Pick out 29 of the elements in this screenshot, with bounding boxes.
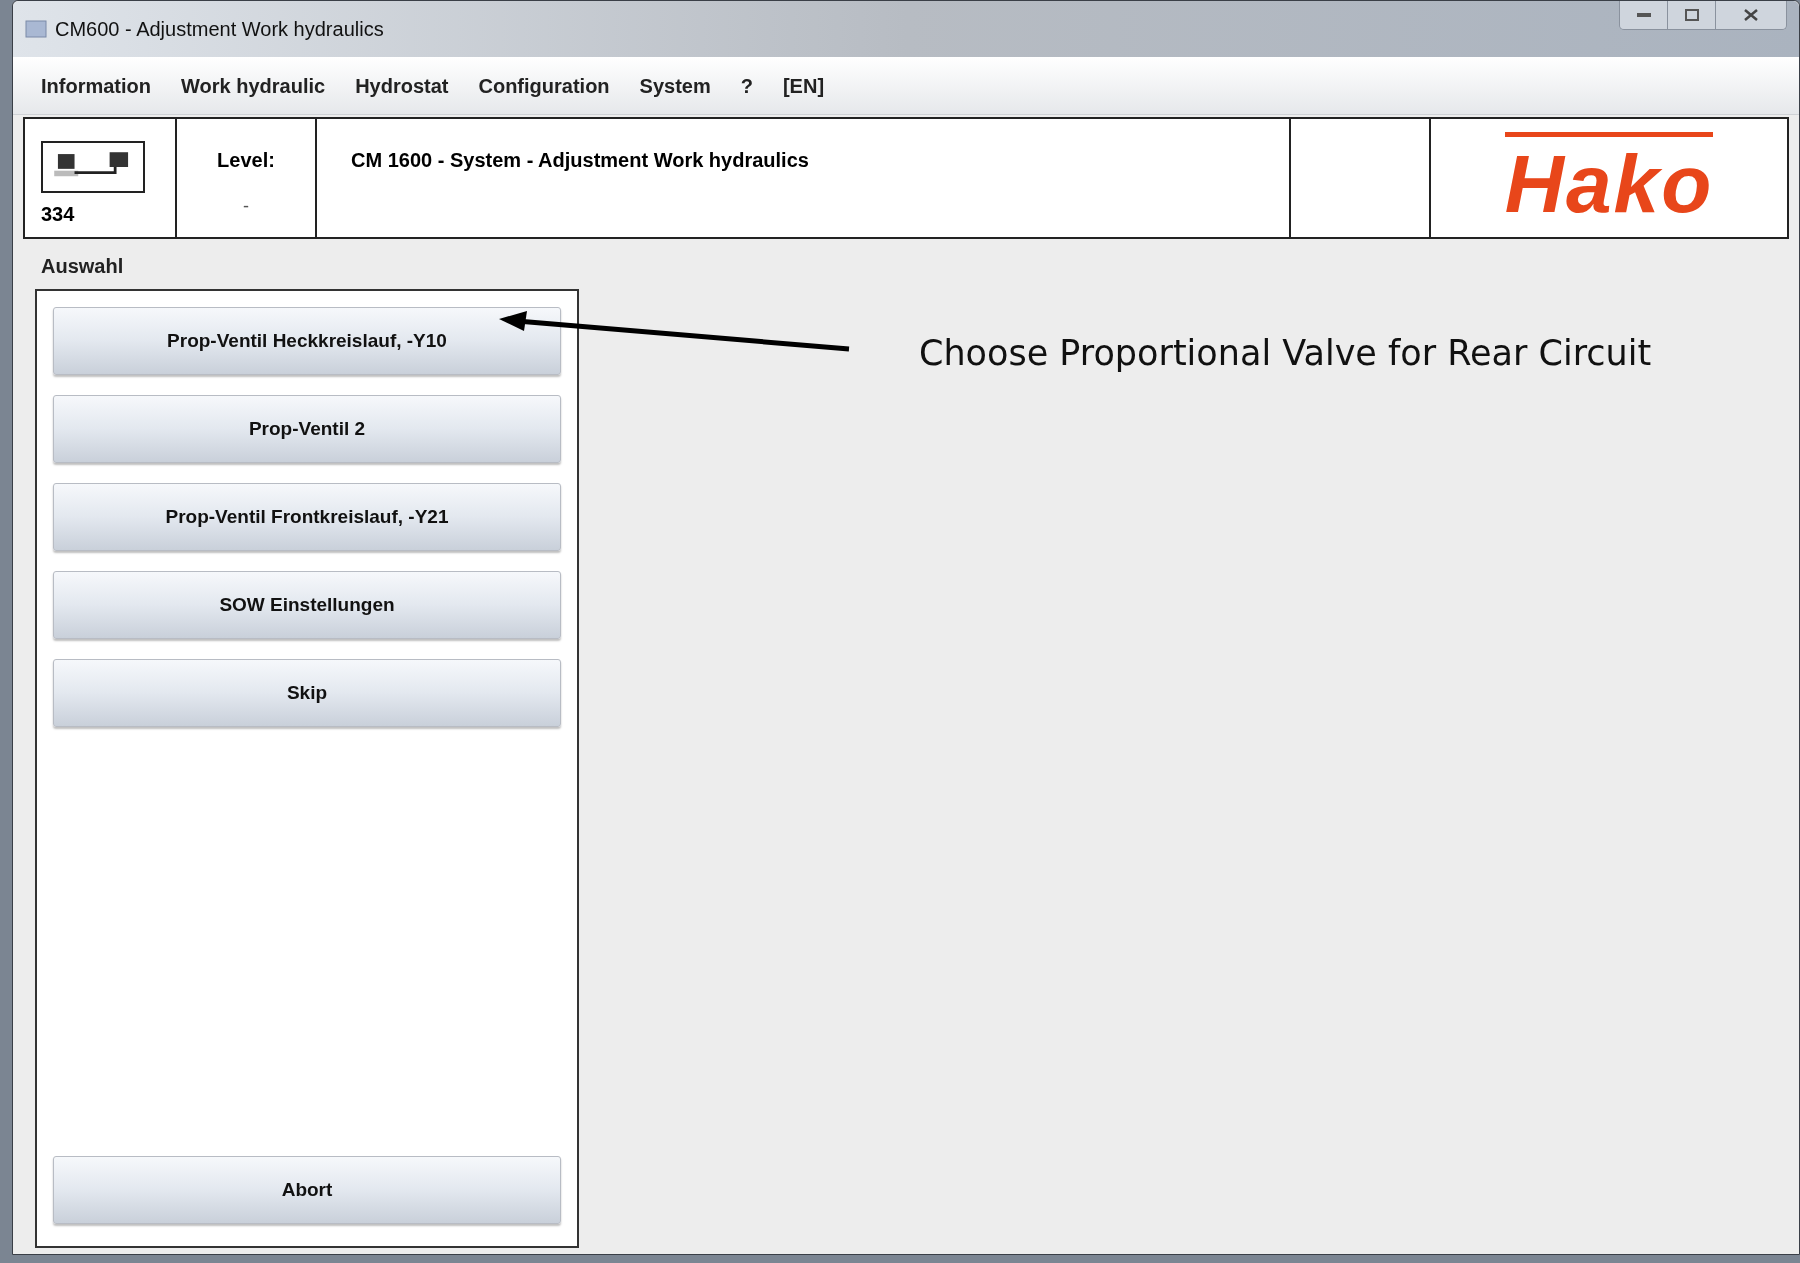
annotation-text: Choose Proportional Valve for Rear Circuit: [919, 332, 1652, 375]
window-title: CM600 - Adjustment Work hydraulics: [55, 17, 384, 42]
section-title: Auswahl: [41, 254, 125, 279]
menu-item[interactable]: System: [639, 70, 711, 101]
option-button[interactable]: Prop-Ventil Frontkreislauf, -Y21: [53, 483, 561, 551]
option-button[interactable]: Abort: [53, 1156, 561, 1224]
option-button[interactable]: Prop-Ventil Heckkreislauf, -Y10: [53, 307, 561, 375]
menu-item[interactable]: ?: [740, 70, 753, 101]
app-icon: [25, 19, 47, 39]
menu-item[interactable]: Hydrostat: [355, 70, 449, 101]
station-number: 334: [41, 202, 76, 227]
maximize-icon: [1684, 9, 1699, 21]
option-button[interactable]: SOW Einstellungen: [53, 571, 561, 639]
close-button[interactable]: [1716, 1, 1786, 29]
minimize-icon: [1636, 12, 1651, 18]
option-button[interactable]: Prop-Ventil 2: [53, 395, 561, 463]
option-button[interactable]: Skip: [53, 659, 561, 727]
maximize-button[interactable]: [1668, 1, 1716, 29]
computer-connection-icon: [41, 141, 145, 193]
menu-item[interactable]: Work hydraulic: [181, 70, 326, 101]
menu-item[interactable]: Information: [41, 70, 151, 101]
logo: Hako: [1504, 131, 1714, 225]
minimize-button[interactable]: [1620, 1, 1668, 29]
level-label: Level:: [217, 148, 275, 173]
close-icon: [1744, 9, 1758, 21]
menu-item[interactable]: Configuration: [478, 70, 610, 101]
menu-item[interactable]: [EN]: [782, 70, 825, 101]
level-value: -: [243, 195, 249, 218]
screen-heading: CM 1600 - System - Adjustment Work hydraulics: [351, 149, 809, 171]
